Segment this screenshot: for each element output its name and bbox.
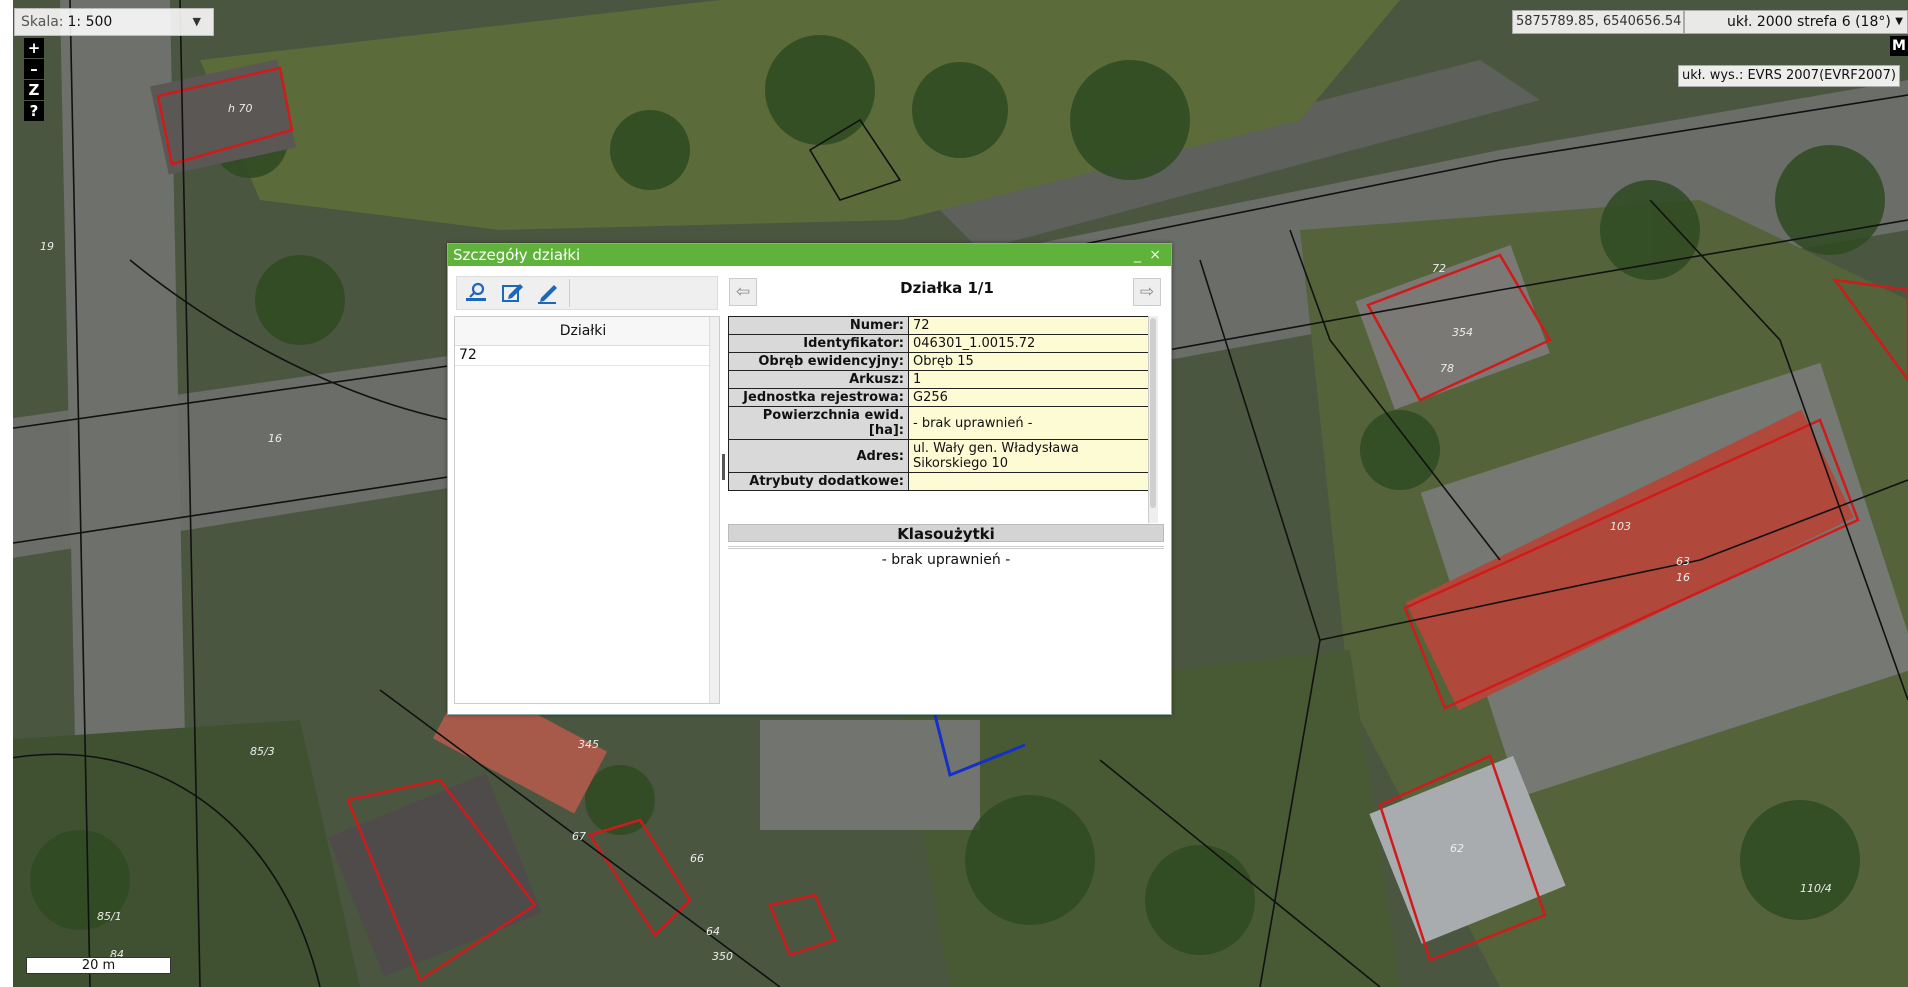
locate-parcel-icon xyxy=(466,282,486,301)
attribute-label: Powierzchnia ewid. [ha]: xyxy=(728,406,909,440)
close-button[interactable]: × xyxy=(1149,244,1161,266)
attribute-row: Identyfikator: 046301_1.0015.72 xyxy=(728,334,1149,353)
minimize-button[interactable]: _ xyxy=(1134,244,1141,266)
attribute-label: Obręb ewidencyjny: xyxy=(728,352,909,371)
m-button[interactable]: M xyxy=(1890,36,1908,56)
attribute-row: Atrybuty dodatkowe: xyxy=(728,472,1149,491)
locate-parcel-button[interactable] xyxy=(463,281,489,305)
klasouzytki-message: - brak uprawnień - xyxy=(881,552,1011,568)
height-system-label: ukł. wys.: EVRS 2007(EVRF2007) xyxy=(1678,65,1900,87)
zoom-controls: + – Z ? xyxy=(24,38,44,122)
attribute-value: 72 xyxy=(908,316,1149,335)
scale-value: 1: 500 xyxy=(67,14,113,30)
dialog-titlebar[interactable]: Szczegóły działki _ × xyxy=(448,244,1171,266)
parcel-number-label: 66 xyxy=(690,852,704,865)
zoom-out-button[interactable]: – xyxy=(24,59,44,79)
attribute-value: 046301_1.0015.72 xyxy=(908,334,1149,353)
attribute-value: G256 xyxy=(908,388,1149,407)
arrow-right-icon: ⇨ xyxy=(1139,282,1155,302)
edit-icon xyxy=(502,284,523,302)
crs-value: ukł. 2000 strefa 6 (18°) xyxy=(1727,14,1891,30)
next-button[interactable]: ⇨ xyxy=(1133,278,1161,306)
parcel-number-label: 72 xyxy=(1432,262,1446,275)
attribute-value: ul. Wały gen. Władysława Sikorskiego 10 xyxy=(908,439,1149,473)
parcel-number-label: 67 xyxy=(572,830,586,843)
attribute-label: Atrybuty dodatkowe: xyxy=(728,472,909,491)
parcel-number-label: 110/4 xyxy=(1800,882,1832,895)
attribute-value: - brak uprawnień - xyxy=(908,406,1149,440)
left-margin xyxy=(0,0,13,987)
attribute-row: Adres: ul. Wały gen. Władysława Sikorskie… xyxy=(728,439,1149,473)
attribute-value: 1 xyxy=(908,370,1149,389)
attribute-value xyxy=(908,472,1149,491)
chevron-down-icon: ▼ xyxy=(1895,16,1903,27)
zoom-extent-button[interactable]: Z xyxy=(24,80,44,100)
attribute-row: Powierzchnia ewid. [ha]: - brak uprawnień… xyxy=(728,406,1149,440)
parcel-number-label: 350 xyxy=(712,950,733,963)
klasouzytki-divider xyxy=(728,546,1164,549)
parcel-number-label: 63 xyxy=(1676,555,1690,568)
scale-label: Skala: xyxy=(21,14,64,30)
parcel-details-dialog: Szczegóły działki _ × Działki 72 ⇦ Dział… xyxy=(447,243,1172,715)
scrollbar-thumb[interactable] xyxy=(1150,318,1156,508)
edit-button[interactable] xyxy=(499,281,525,305)
draw-button[interactable] xyxy=(535,281,561,305)
parcel-number-label: 103 xyxy=(1610,520,1631,533)
attribute-label: Numer: xyxy=(728,316,909,335)
attribute-label: Adres: xyxy=(728,439,909,473)
parcel-counter: Działka 1/1 xyxy=(900,279,994,297)
crs-select[interactable]: ukł. 2000 strefa 6 (18°) ▼ xyxy=(1684,10,1908,34)
attributes-table: Numer: 72 Identyfikator: 046301_1.0015.72 … xyxy=(728,316,1149,491)
chevron-down-icon: ▼ xyxy=(192,15,201,28)
parcel-number-label: 16 xyxy=(1676,571,1690,584)
parcel-number-label: h 70 xyxy=(228,102,253,115)
attribute-row: Obręb ewidencyjny: Obręb 15 xyxy=(728,352,1149,371)
parcel-number-label: 64 xyxy=(706,925,720,938)
attribute-value: Obręb 15 xyxy=(908,352,1149,371)
parcel-number-label: 85/1 xyxy=(97,910,122,923)
attribute-label: Identyfikator: xyxy=(728,334,909,353)
attribute-label: Jednostka rejestrowa: xyxy=(728,388,909,407)
parcel-navigation: ⇦ Działka 1/1 ⇨ xyxy=(729,274,1165,312)
parcel-list-scrollbar[interactable] xyxy=(709,317,719,703)
parcel-list-panel: Działki 72 xyxy=(454,316,720,704)
parcel-number-label: 78 xyxy=(1440,362,1454,375)
attributes-scrollbar[interactable] xyxy=(1148,316,1158,523)
zoom-in-button[interactable]: + xyxy=(24,38,44,58)
parcel-number-label: 19 xyxy=(40,240,54,253)
toolbar-separator xyxy=(569,279,570,307)
parcel-number-label: 16 xyxy=(268,432,282,445)
dialog-toolbar xyxy=(456,276,718,310)
pencil-icon xyxy=(538,285,557,304)
panel-splitter[interactable] xyxy=(722,454,725,480)
klasouzytki-header: Klasoużytki xyxy=(728,524,1164,543)
parcel-number-label: 62 xyxy=(1450,842,1464,855)
attribute-label: Arkusz: xyxy=(728,370,909,389)
parcel-number-label: 85/3 xyxy=(250,745,275,758)
help-button[interactable]: ? xyxy=(24,101,44,121)
attributes-panel: Numer: 72 Identyfikator: 046301_1.0015.72 … xyxy=(728,316,1158,523)
parcel-list-header: Działki xyxy=(455,317,711,346)
attribute-row: Jednostka rejestrowa: G256 xyxy=(728,388,1149,407)
scalebar: 20 m xyxy=(26,957,171,974)
coordinates-readout: 5875789.85, 6540656.54 xyxy=(1512,10,1684,34)
parcel-number-label: 354 xyxy=(1452,326,1473,339)
attribute-row: Arkusz: 1 xyxy=(728,370,1149,389)
parcel-list-item[interactable]: 72 xyxy=(455,346,711,366)
scale-select[interactable]: Skala: 1: 500 ▼ xyxy=(14,8,214,36)
dialog-title: Szczegóły działki xyxy=(453,246,581,264)
parcel-number-label: 345 xyxy=(578,738,599,751)
attribute-row: Numer: 72 xyxy=(728,316,1149,335)
